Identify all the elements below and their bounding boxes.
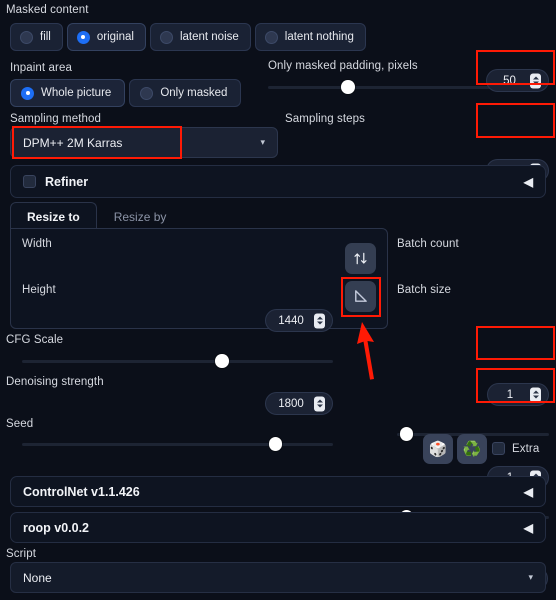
swap-dimensions-button[interactable] [345, 243, 376, 274]
radio-inpaint-only-masked[interactable]: Only masked [129, 79, 242, 107]
slider-knob[interactable] [399, 427, 414, 441]
caret-left-icon[interactable]: ◀ [524, 176, 533, 188]
radio-dot-icon [264, 30, 278, 44]
script-value: None [23, 570, 52, 585]
radio-label: latent nothing [284, 31, 354, 43]
stepper-icon[interactable] [530, 73, 541, 88]
sampling-method-value: DPM++ 2M Karras [23, 135, 123, 150]
height-value: 1800 [278, 397, 304, 410]
refiner-accordion[interactable]: Refiner ◀ [10, 165, 546, 198]
stepper-icon[interactable] [314, 313, 325, 328]
reuse-seed-button[interactable]: ♻️ [457, 434, 487, 464]
radio-dot-icon [159, 30, 173, 44]
sampling-steps-label: Sampling steps [285, 113, 366, 125]
roop-accordion[interactable]: roop v0.0.2 ◀ [10, 512, 546, 543]
chevron-down-icon: ▾ [260, 137, 265, 147]
img2img-settings-panel: Masked content fill original latent nois… [0, 0, 556, 600]
sampling-method-dropdown[interactable]: DPM++ 2M Karras ▾ [10, 127, 278, 158]
slider-knob[interactable] [268, 437, 283, 451]
inpaint-area-label: Inpaint area [10, 62, 72, 74]
annotation-arrow-up [357, 322, 374, 380]
radio-masked-content-original[interactable]: original [66, 23, 146, 51]
script-dropdown[interactable]: None ▾ [10, 562, 546, 593]
radio-dot-icon [76, 30, 90, 44]
batch-size-label: Batch size [397, 284, 452, 296]
width-value: 1440 [278, 314, 304, 327]
cfg-scale-label: CFG Scale [6, 334, 64, 346]
ruler-triangle-icon [355, 290, 367, 302]
refiner-checkbox[interactable] [23, 175, 36, 188]
height-slider[interactable] [22, 437, 333, 451]
roop-label: roop v0.0.2 [23, 520, 89, 535]
width-input[interactable]: 1440 [265, 309, 333, 332]
height-label: Height [22, 284, 56, 296]
radio-masked-content-latent-nothing[interactable]: latent nothing [254, 23, 366, 51]
radio-inpaint-whole-picture[interactable]: Whole picture [10, 79, 126, 107]
seed-label: Seed [6, 418, 34, 430]
extra-seed-toggle[interactable]: Extra [492, 442, 539, 455]
annotation-box-cfg-scale [476, 326, 555, 360]
denoising-strength-label: Denoising strength [6, 376, 104, 388]
masked-content-label: Masked content [6, 4, 89, 16]
caret-left-icon[interactable]: ◀ [524, 522, 533, 534]
radio-label: original [96, 31, 134, 43]
radio-masked-content-fill[interactable]: fill [10, 23, 63, 51]
radio-dot-icon [20, 30, 33, 44]
tab-resize-to[interactable]: Resize to [10, 202, 97, 230]
radio-dot-icon [140, 86, 154, 100]
tab-resize-by[interactable]: Resize by [97, 202, 184, 230]
annotation-box-sampling-steps [476, 103, 555, 138]
extra-checkbox[interactable] [492, 442, 505, 455]
dice-icon: 🎲 [428, 440, 448, 458]
swap-arrows-icon [354, 252, 367, 265]
stepper-icon[interactable] [530, 387, 541, 402]
width-slider[interactable] [22, 354, 333, 368]
radio-label: Only masked [160, 87, 228, 99]
only-masked-padding-input[interactable]: 50 [486, 69, 549, 92]
only-masked-padding-label: Only masked padding, pixels [268, 60, 418, 72]
recycle-icon: ♻️ [462, 440, 482, 458]
slider-track [22, 443, 333, 446]
detect-aspect-ratio-button[interactable] [345, 281, 376, 312]
only-masked-padding-value: 50 [503, 74, 516, 87]
batch-count-value: 1 [506, 388, 514, 401]
stepper-icon[interactable] [314, 396, 325, 411]
slider-knob[interactable] [215, 354, 229, 368]
slider-knob[interactable] [341, 80, 355, 94]
resize-tabbar[interactable]: Resize to Resize by [10, 202, 183, 230]
extra-label: Extra [512, 442, 540, 455]
radio-label: Whole picture [41, 87, 112, 99]
sampling-method-label: Sampling method [10, 113, 101, 125]
batch-count-input[interactable]: 1 [487, 383, 549, 406]
width-label: Width [22, 238, 52, 250]
radio-label: fill [40, 31, 51, 43]
refiner-label: Refiner [45, 174, 89, 189]
script-label: Script [6, 548, 36, 560]
slider-track [22, 360, 333, 363]
masked-content-radio-group[interactable]: fill original latent noise latent nothin… [10, 23, 366, 51]
controlnet-label: ControlNet v1.1.426 [23, 484, 140, 499]
inpaint-area-radio-group[interactable]: Whole picture Only masked [10, 79, 242, 107]
height-input[interactable]: 1800 [265, 392, 333, 415]
radio-dot-icon [21, 86, 34, 100]
radio-label: latent noise [179, 31, 239, 43]
chevron-down-icon: ▾ [528, 572, 533, 582]
radio-masked-content-latent-noise[interactable]: latent noise [149, 23, 251, 51]
caret-left-icon[interactable]: ◀ [524, 486, 533, 498]
batch-count-label: Batch count [397, 238, 459, 250]
randomize-seed-button[interactable]: 🎲 [423, 434, 453, 464]
controlnet-accordion[interactable]: ControlNet v1.1.426 ◀ [10, 476, 546, 507]
